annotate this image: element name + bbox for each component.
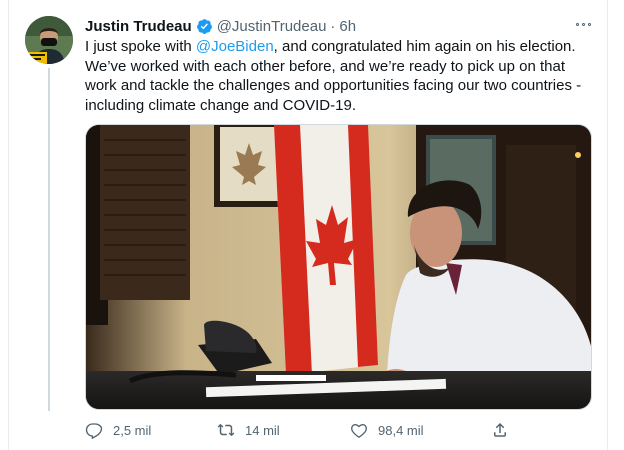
share-icon [494, 422, 506, 437]
author-name[interactable]: Justin Trudeau [85, 18, 192, 35]
header-separator: · [330, 17, 336, 35]
tweet-text-prefix: I just spoke with [85, 38, 196, 55]
like-count: 98,4 mil [378, 422, 424, 438]
retweet-icon [217, 423, 235, 437]
mention-link[interactable]: @JoeBiden [196, 38, 274, 55]
thread-connector-line [48, 68, 50, 411]
tweet-photo[interactable] [85, 124, 592, 410]
reply-icon [85, 423, 103, 439]
tweet-header: Justin Trudeau @JustinTrudeau · 6h [85, 16, 356, 36]
more-options-icon[interactable] [572, 14, 594, 34]
reply-button[interactable]: 2,5 mil [85, 421, 151, 439]
timeline-border-right [607, 0, 608, 450]
reply-count: 2,5 mil [113, 422, 152, 438]
tweet-text: I just spoke with @JoeBiden, and congrat… [85, 37, 595, 115]
tweet-timestamp[interactable]: 6h [339, 18, 356, 35]
retweet-count: 14 mil [245, 422, 280, 438]
share-button[interactable] [491, 421, 519, 439]
avatar-image [25, 16, 73, 64]
timeline-border-left [8, 0, 9, 450]
photo-image [86, 125, 591, 409]
avatar[interactable] [25, 16, 73, 64]
like-button[interactable]: 98,4 mil [350, 421, 424, 439]
verified-badge-icon [196, 18, 213, 35]
retweet-button[interactable]: 14 mil [217, 421, 280, 439]
author-handle[interactable]: @JustinTrudeau [217, 18, 327, 35]
heart-icon [351, 423, 367, 439]
tweet-actions: 2,5 mil 14 mil 98,4 mil [85, 421, 585, 441]
